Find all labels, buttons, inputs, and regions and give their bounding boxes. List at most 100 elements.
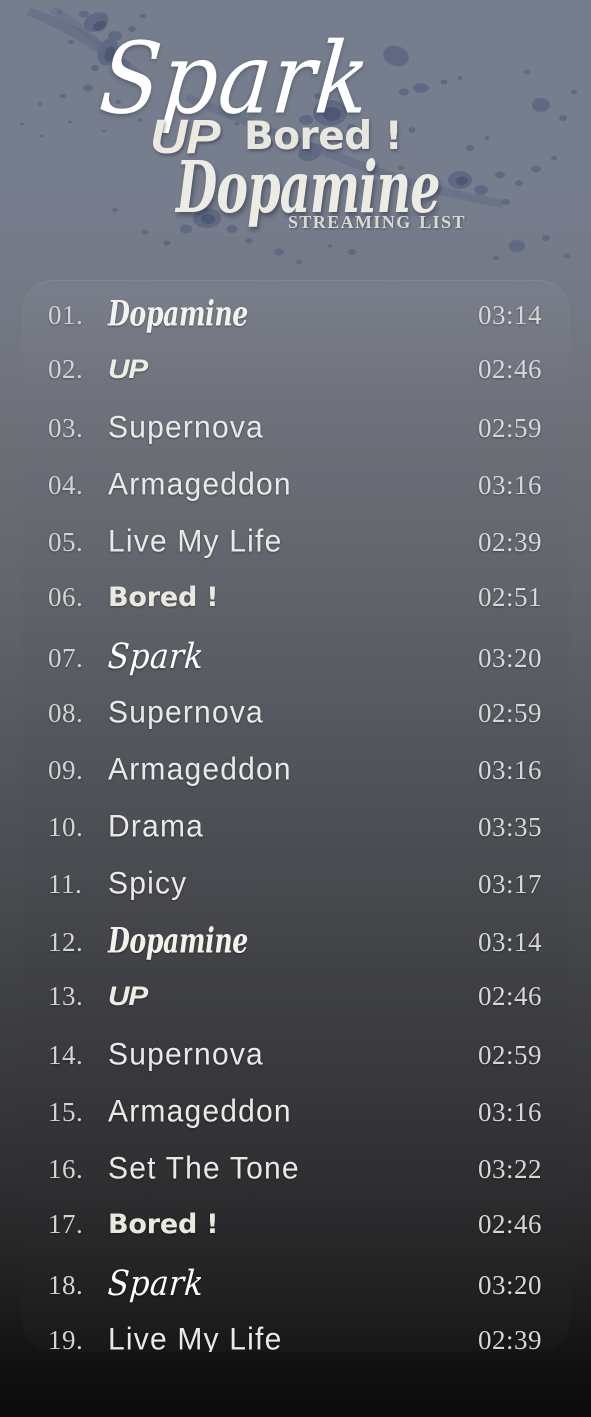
logo-word-bored: Bored ! bbox=[244, 114, 402, 159]
track-row[interactable]: 16. Set The Tone 03:22 bbox=[22, 1151, 570, 1209]
track-duration: 03:20 bbox=[477, 643, 542, 673]
track-duration: 02:59 bbox=[477, 1040, 542, 1070]
track-row[interactable]: 14. Supernova 02:59 bbox=[22, 1037, 570, 1095]
track-title: UP bbox=[108, 981, 450, 1012]
track-row[interactable]: 11. Spicy 03:17 bbox=[22, 866, 570, 924]
track-title-text: UP bbox=[108, 981, 148, 1011]
track-row[interactable]: 08. Supernova 02:59 bbox=[22, 695, 570, 753]
track-duration: 03:17 bbox=[477, 869, 542, 899]
track-duration: 03:16 bbox=[477, 470, 542, 500]
track-row[interactable]: 07. Spark 03:20 bbox=[22, 636, 570, 696]
track-title-text: Set The Tone bbox=[108, 1151, 300, 1186]
track-number: 03. bbox=[48, 413, 84, 443]
track-duration: 02:39 bbox=[477, 1325, 542, 1352]
track-title-text: Bored ! bbox=[108, 582, 219, 613]
track-row[interactable]: 18. Spark 03:20 bbox=[22, 1263, 570, 1323]
track-row[interactable]: 03. Supernova 02:59 bbox=[22, 410, 570, 468]
track-duration: 03:20 bbox=[477, 1270, 542, 1300]
track-title-text: Armageddon bbox=[108, 752, 292, 787]
track-title: UP bbox=[108, 354, 450, 385]
track-row[interactable]: 04. Armageddon 03:16 bbox=[22, 467, 570, 525]
track-title: Live My Life bbox=[108, 524, 450, 559]
track-title-text: Spark bbox=[106, 1263, 206, 1305]
track-title-text: Armageddon bbox=[108, 467, 292, 502]
track-duration: 03:16 bbox=[477, 755, 542, 785]
track-number: 06. bbox=[48, 582, 84, 612]
track-row[interactable]: 15. Armageddon 03:16 bbox=[22, 1094, 570, 1152]
tracklist: 01. Dopamine 03:14 02. UP 02:46 03. Supernova 02… bbox=[22, 280, 570, 1352]
track-duration: 03:14 bbox=[477, 927, 542, 957]
track-row[interactable]: 09. Armageddon 03:16 bbox=[22, 752, 570, 810]
track-title-text: Spicy bbox=[108, 866, 188, 901]
track-title-text: Supernova bbox=[108, 410, 264, 445]
track-number: 09. bbox=[48, 755, 84, 785]
track-title: Supernova bbox=[108, 410, 450, 445]
track-row[interactable]: 17. Bored ! 02:46 bbox=[22, 1209, 570, 1266]
track-title: Bored ! bbox=[108, 582, 450, 613]
track-title-text: Live My Life bbox=[108, 1322, 283, 1352]
track-title-text: Spark bbox=[106, 636, 206, 678]
track-title: Drama bbox=[108, 809, 450, 844]
track-duration: 02:46 bbox=[477, 354, 542, 384]
track-number: 11. bbox=[48, 869, 83, 899]
track-number: 13. bbox=[48, 981, 84, 1011]
track-number: 16. bbox=[48, 1154, 84, 1184]
track-row[interactable]: 19. Live My Life 02:39 bbox=[22, 1322, 570, 1352]
track-title-text: Armageddon bbox=[108, 1094, 292, 1129]
logo-word-up: UP bbox=[150, 108, 220, 164]
track-duration: 03:22 bbox=[477, 1154, 542, 1184]
track-number: 19. bbox=[48, 1325, 84, 1352]
track-number: 04. bbox=[48, 470, 84, 500]
track-title-text: UP bbox=[108, 354, 148, 384]
track-number: 17. bbox=[48, 1209, 84, 1239]
track-title-text: Bored ! bbox=[108, 1209, 219, 1240]
track-title: Dopamine bbox=[108, 921, 450, 962]
track-title-text: Supernova bbox=[108, 695, 264, 730]
track-row[interactable]: 06. Bored ! 02:51 bbox=[22, 582, 570, 639]
logo-subtitle-streaming-list: Streaming List bbox=[288, 207, 466, 234]
track-number: 05. bbox=[48, 527, 84, 557]
track-title: Armageddon bbox=[108, 467, 450, 502]
track-row[interactable]: 05. Live My Life 02:39 bbox=[22, 524, 570, 582]
track-title-text: Dopamine bbox=[108, 294, 248, 335]
track-title-text: Dopamine bbox=[108, 921, 248, 962]
track-title-text: Drama bbox=[108, 809, 205, 844]
track-number: 01. bbox=[48, 300, 84, 330]
paint-splatter-decoration bbox=[20, 6, 577, 265]
track-title: Set The Tone bbox=[108, 1151, 450, 1186]
logo-word-dopamine: Dopamine bbox=[176, 145, 441, 229]
track-number: 10. bbox=[48, 812, 84, 842]
track-number: 12. bbox=[48, 927, 84, 957]
track-duration: 02:59 bbox=[477, 698, 542, 728]
track-title: Spark bbox=[106, 1263, 450, 1305]
track-duration: 03:35 bbox=[477, 812, 542, 842]
track-number: 07. bbox=[48, 643, 84, 673]
track-title: Supernova bbox=[108, 1037, 450, 1072]
logo-lockup: Spark UP Bored ! Dopamine Streaming List bbox=[0, 0, 591, 265]
track-row[interactable]: 02. UP 02:46 bbox=[22, 354, 570, 411]
track-title-text: Live My Life bbox=[108, 524, 283, 559]
track-duration: 02:39 bbox=[477, 527, 542, 557]
track-row[interactable]: 13. UP 02:46 bbox=[22, 981, 570, 1038]
track-title: Supernova bbox=[108, 695, 450, 730]
track-number: 02. bbox=[48, 354, 84, 384]
track-number: 18. bbox=[48, 1270, 84, 1300]
track-title-text: Supernova bbox=[108, 1037, 264, 1072]
track-title: Dopamine bbox=[108, 294, 450, 335]
track-row[interactable]: 12. Dopamine 03:14 bbox=[22, 921, 570, 981]
track-row[interactable]: 10. Drama 03:35 bbox=[22, 809, 570, 867]
track-title: Bored ! bbox=[108, 1209, 450, 1240]
track-duration: 02:59 bbox=[477, 413, 542, 443]
track-row[interactable]: 01. Dopamine 03:14 bbox=[22, 294, 570, 354]
track-duration: 02:46 bbox=[477, 1209, 542, 1239]
track-number: 15. bbox=[48, 1097, 84, 1127]
track-title: Live My Life bbox=[108, 1322, 450, 1352]
streaming-list-poster: Spark UP Bored ! Dopamine Streaming List… bbox=[0, 0, 591, 1417]
track-duration: 03:16 bbox=[477, 1097, 542, 1127]
track-title: Spicy bbox=[108, 866, 450, 901]
logo-word-spark: Spark bbox=[95, 20, 376, 136]
tracklist-card: 01. Dopamine 03:14 02. UP 02:46 03. Supernova 02… bbox=[22, 280, 570, 1352]
track-duration: 03:14 bbox=[477, 300, 542, 330]
track-number: 08. bbox=[48, 698, 84, 728]
track-title: Armageddon bbox=[108, 1094, 450, 1129]
